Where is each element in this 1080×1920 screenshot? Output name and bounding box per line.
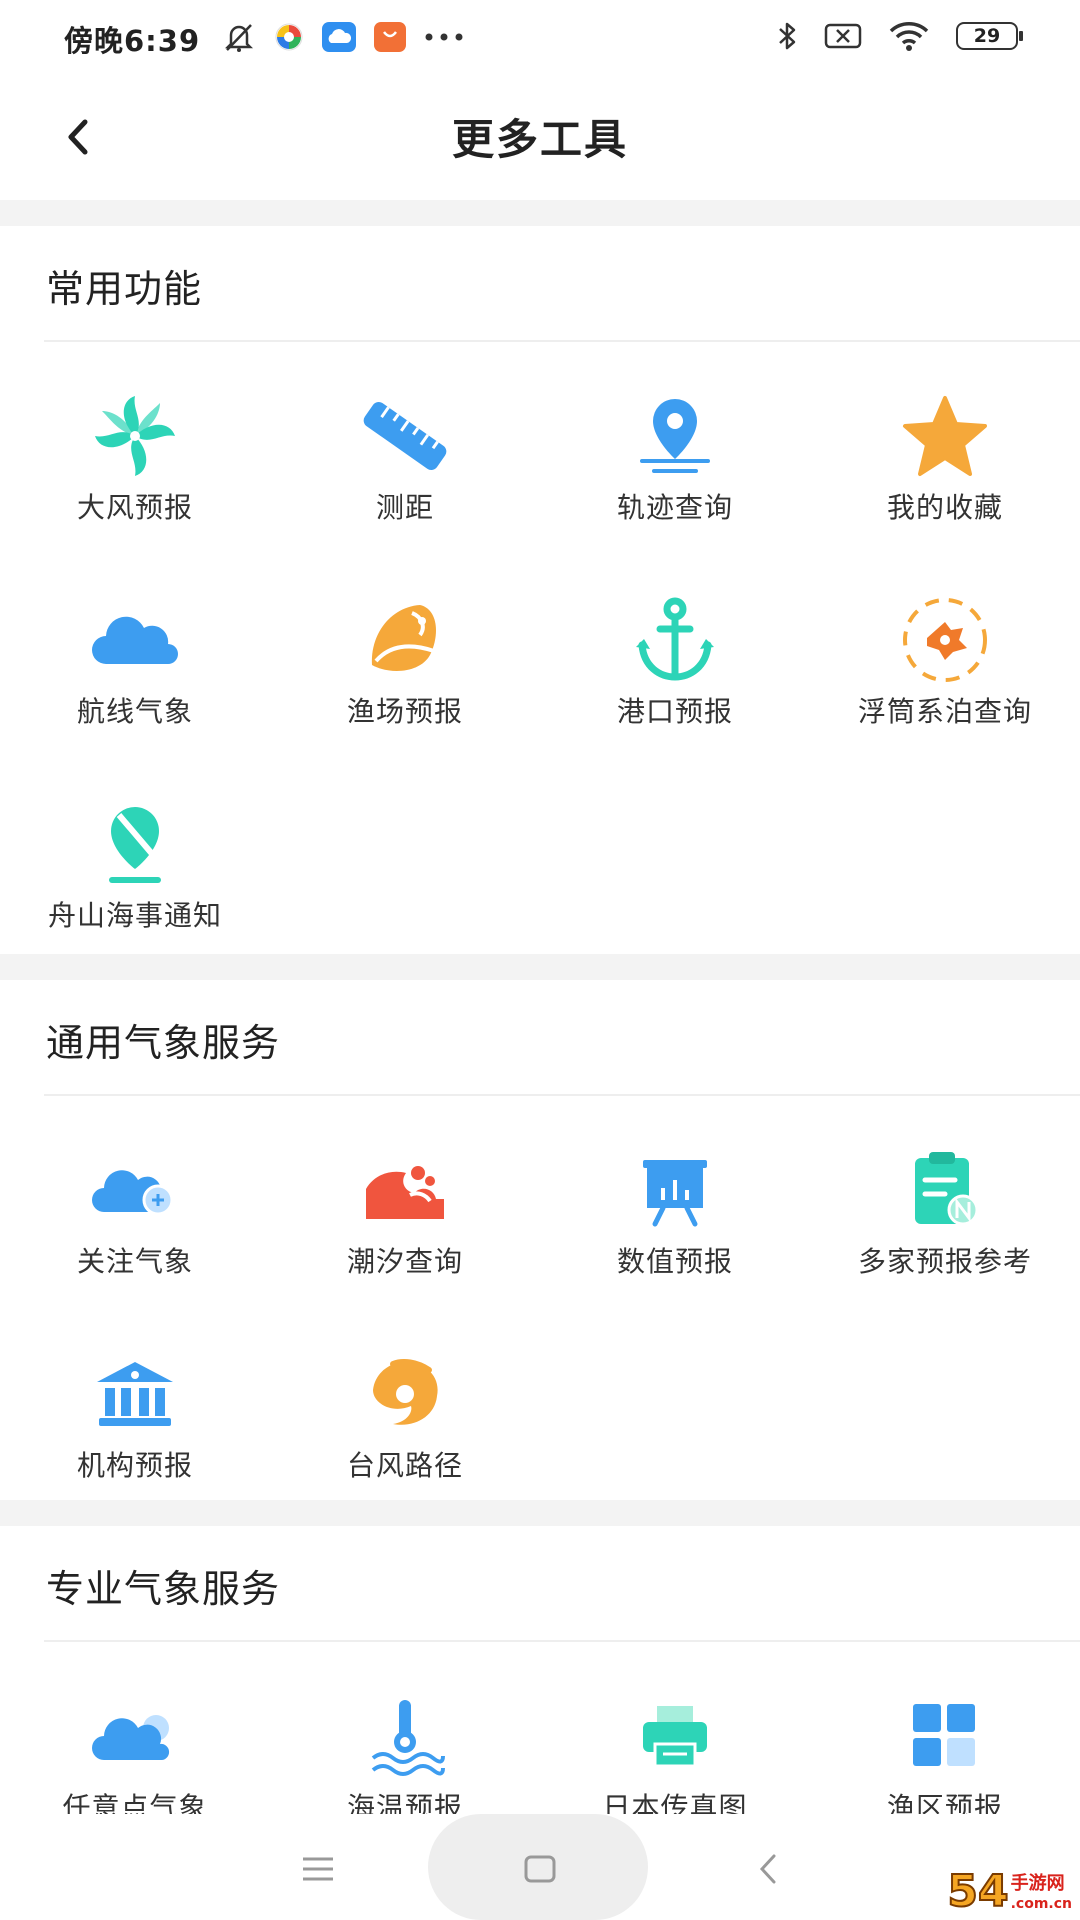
tool-label: 舟山海事通知	[47, 899, 222, 932]
cloud-add-icon	[87, 1142, 183, 1238]
watermark-number: 54	[946, 1866, 1009, 1917]
system-nav-bar: 54 手游网 .com.cn	[0, 1814, 1080, 1920]
page-title: 更多工具	[451, 115, 628, 164]
status-time: 傍晚6:39	[64, 24, 201, 58]
cloud-icon	[87, 592, 183, 688]
tool-track-query[interactable]: 轨迹查询	[540, 342, 810, 546]
tool-zhoushan-maritime-notice[interactable]: 舟山海事通知	[0, 750, 270, 954]
ruler-icon	[357, 388, 453, 484]
tool-tide-query[interactable]: 潮汐查询	[270, 1096, 540, 1300]
sea-temperature-icon	[357, 1688, 453, 1784]
tool-label: 数值预报	[616, 1245, 733, 1278]
status-right-icons: 29	[776, 20, 1023, 52]
battery-indicator: 29	[956, 22, 1023, 50]
tool-label: 任意点气象	[62, 1791, 208, 1814]
wifi-icon	[888, 20, 930, 52]
app-colorful-icon	[274, 22, 304, 52]
star-icon	[897, 388, 993, 484]
section-title: 常用功能	[46, 267, 203, 311]
tool-label: 渔区预报	[886, 1791, 1003, 1814]
nav-home-button[interactable]	[510, 1844, 570, 1894]
back-triangle-icon	[759, 1854, 776, 1884]
home-square-icon	[524, 1855, 556, 1883]
status-left-icons	[222, 20, 464, 54]
section-gap	[0, 954, 1080, 980]
tool-fishing-ground-forecast[interactable]: 渔场预报	[270, 546, 540, 750]
title-bar: 更多工具	[0, 80, 1080, 200]
nav-menu-button[interactable]	[288, 1844, 348, 1894]
section-gap	[0, 1500, 1080, 1526]
tool-fishing-zone-forecast[interactable]: 渔区预报	[810, 1642, 1080, 1814]
cloud-app-icon	[322, 22, 356, 52]
buoy-icon	[897, 592, 993, 688]
tool-buoy-mooring-query[interactable]: 浮筒系泊查询	[810, 546, 1080, 750]
section-title: 专业气象服务	[46, 1567, 281, 1611]
tool-institution-forecast[interactable]: 机构预报	[0, 1300, 270, 1504]
tool-label: 浮筒系泊查询	[857, 695, 1032, 728]
tool-grid: 关注气象 潮汐查询 数值预报 多家预报参考 机构预报 台风路径	[0, 1096, 1080, 1504]
tool-any-point-weather[interactable]: 任意点气象	[0, 1642, 270, 1814]
tool-wind-forecast[interactable]: 大风预报	[0, 342, 270, 546]
anchor-icon	[627, 592, 723, 688]
section-common-functions: 常用功能 大风预报 测距 轨迹查询 我的收藏 航线气象 渔场预报 港口预报 浮筒…	[0, 226, 1080, 954]
typhoon-icon	[357, 1346, 453, 1442]
tool-label: 大风预报	[76, 491, 193, 524]
mute-bell-icon	[222, 20, 256, 54]
shop-app-icon	[374, 22, 406, 52]
institution-icon	[87, 1346, 183, 1442]
section-professional-weather-services: 专业气象服务 任意点气象 海温预报 日本传真图 渔区预报	[0, 1526, 1080, 1814]
tool-route-weather[interactable]: 航线气象	[0, 546, 270, 750]
watermark-logo: 54 手游网 .com.cn	[946, 1866, 1072, 1917]
fax-icon	[627, 1688, 723, 1784]
tool-numerical-forecast[interactable]: 数值预报	[540, 1096, 810, 1300]
tool-japan-fax-chart[interactable]: 日本传真图	[540, 1642, 810, 1814]
more-dots-icon	[424, 32, 464, 42]
tool-grid: 大风预报 测距 轨迹查询 我的收藏 航线气象 渔场预报 港口预报 浮筒系泊查询 …	[0, 342, 1080, 954]
tool-sea-temperature-forecast[interactable]: 海温预报	[270, 1642, 540, 1814]
tool-label: 海温预报	[346, 1791, 463, 1814]
section-general-weather-services: 通用气象服务 关注气象 潮汐查询 数值预报 多家预报参考 机构预报 台风路径	[0, 980, 1080, 1500]
tool-label: 港口预报	[616, 695, 733, 728]
tool-my-favorites[interactable]: 我的收藏	[810, 342, 1080, 546]
grid-blocks-icon	[897, 1688, 993, 1784]
watermark-text: 手游网	[1010, 1873, 1065, 1894]
tool-label: 日本传真图	[602, 1791, 748, 1814]
tool-typhoon-track[interactable]: 台风路径	[270, 1300, 540, 1504]
watermark-domain: .com.cn	[1010, 1896, 1072, 1912]
clipboard-icon	[897, 1142, 993, 1238]
status-bar: 傍晚6:39 29	[0, 0, 1080, 80]
chart-board-icon	[627, 1142, 723, 1238]
tool-grid: 任意点气象 海温预报 日本传真图 渔区预报	[0, 1642, 1080, 1814]
tool-follow-weather[interactable]: 关注气象	[0, 1096, 270, 1300]
tool-label: 关注气象	[76, 1245, 193, 1278]
tool-label: 渔场预报	[346, 695, 463, 728]
tool-label: 多家预报参考	[857, 1245, 1032, 1278]
tool-label: 测距	[375, 491, 434, 524]
tool-label: 轨迹查询	[616, 491, 733, 524]
tool-label: 潮汐查询	[346, 1245, 463, 1278]
tool-distance-measure[interactable]: 测距	[270, 342, 540, 546]
section-title: 通用气象服务	[46, 1021, 281, 1065]
sim-off-icon	[824, 23, 862, 49]
tool-port-forecast[interactable]: 港口预报	[540, 546, 810, 750]
notice-pin-icon	[87, 796, 183, 892]
menu-icon	[303, 1857, 333, 1881]
tool-label: 台风路径	[346, 1449, 463, 1482]
fishing-ground-icon	[357, 592, 453, 688]
section-gap	[0, 200, 1080, 226]
nav-back-button[interactable]	[738, 1844, 798, 1894]
cloud-sun-icon	[87, 1688, 183, 1784]
wave-icon	[357, 1142, 453, 1238]
tool-label: 机构预报	[76, 1449, 193, 1482]
tool-label: 我的收藏	[886, 491, 1003, 524]
tool-multi-forecast-reference[interactable]: 多家预报参考	[810, 1096, 1080, 1300]
tool-label: 航线气象	[76, 695, 193, 728]
windmill-icon	[87, 388, 183, 484]
bluetooth-icon	[776, 20, 798, 52]
location-pin-icon	[627, 388, 723, 484]
